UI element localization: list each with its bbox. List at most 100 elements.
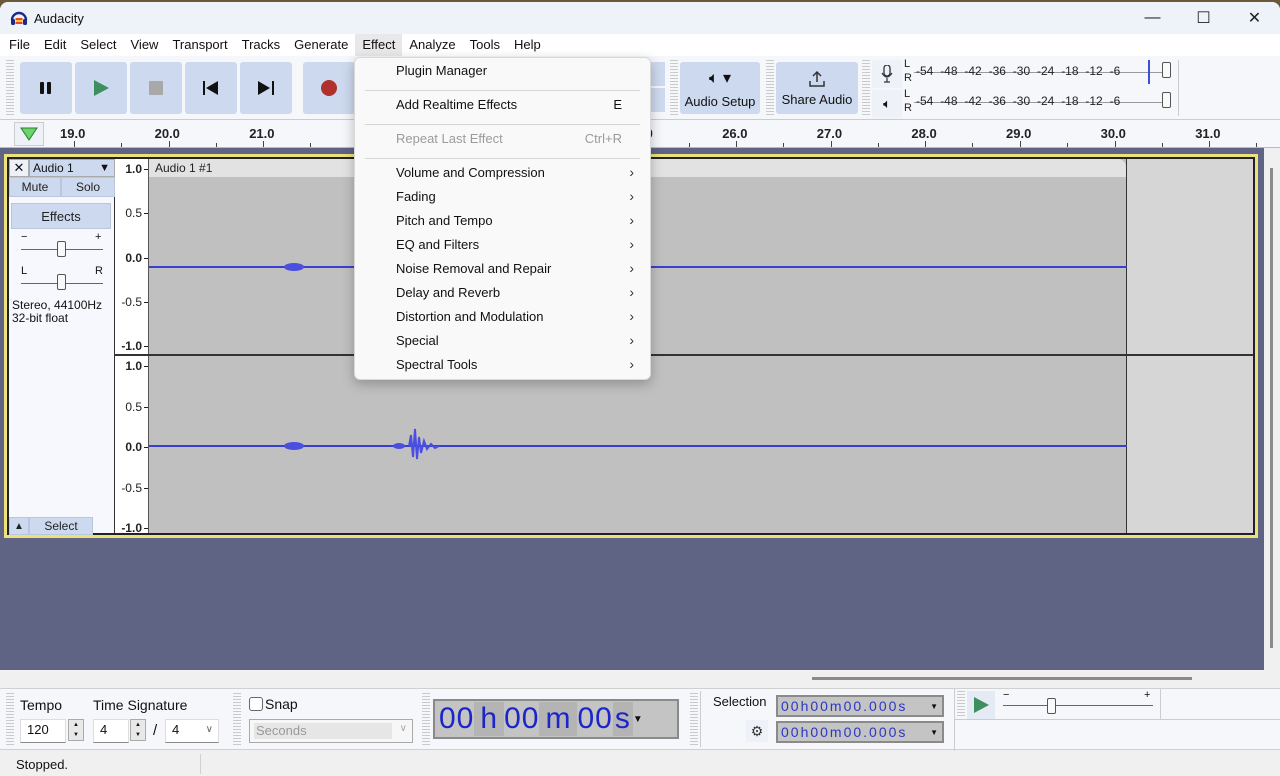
pause-button[interactable]: [20, 62, 72, 114]
meter-tick-label: -42: [964, 64, 982, 78]
meter-left-label: L: [904, 88, 911, 100]
minimize-button[interactable]: —: [1127, 2, 1178, 34]
tempo-input[interactable]: 120: [20, 719, 66, 743]
track-bit-depth: 32-bit float: [12, 311, 69, 325]
menu-item-delay-and-reverb[interactable]: Delay and Reverb ›: [355, 281, 650, 305]
record-button[interactable]: [303, 62, 355, 114]
chevron-down-icon: ∨: [399, 723, 407, 734]
menu-item-special[interactable]: Special ›: [355, 329, 650, 353]
menu-tools[interactable]: Tools: [463, 34, 507, 56]
close-button[interactable]: ✕: [1229, 2, 1280, 34]
mute-button[interactable]: Mute: [9, 177, 61, 197]
play-at-speed-button[interactable]: [967, 691, 995, 719]
track-name: Audio 1: [33, 161, 74, 175]
audio-setup-button[interactable]: 🔈︎ ▾ Audio Setup: [680, 62, 760, 114]
toolbar-grip[interactable]: [422, 693, 430, 747]
menu-item-spectral-tools[interactable]: Spectral Tools ›: [355, 353, 650, 377]
time-signature-spinner[interactable]: ▲ ▼: [130, 719, 146, 741]
time-signature-numerator[interactable]: 4: [93, 719, 129, 743]
menu-select[interactable]: Select: [73, 34, 123, 56]
timeline-tick: [121, 143, 122, 147]
close-icon: ✕: [1247, 10, 1262, 27]
toolbar-grip[interactable]: [862, 60, 870, 116]
playback-volume-handle[interactable]: [1162, 92, 1171, 108]
menu-item-distortion-and-modulation[interactable]: Distortion and Modulation ›: [355, 305, 650, 329]
channel-divider: [115, 354, 1253, 356]
snap-unit-select[interactable]: Seconds ∨: [249, 719, 413, 743]
solo-button[interactable]: Solo: [61, 177, 115, 197]
menu-item-fading[interactable]: Fading ›: [355, 185, 650, 209]
toolbar-grip[interactable]: [690, 693, 698, 747]
scroll-area: [0, 670, 1280, 688]
timeline-tick: [1020, 141, 1021, 147]
stop-button[interactable]: [130, 62, 182, 114]
toolbar-grip[interactable]: [766, 60, 774, 116]
record-meter[interactable]: L R -54 -48 -42 -36 -30 -24 -18 -12 -6: [904, 58, 1174, 84]
horizontal-scrollbar[interactable]: [812, 677, 1192, 680]
status-bar: Stopped.: [0, 752, 1280, 776]
playback-meter-button[interactable]: 🔈︎: [872, 90, 902, 118]
menu-edit[interactable]: Edit: [37, 34, 73, 56]
collapse-track-button[interactable]: ▲: [9, 517, 29, 535]
track-close-button[interactable]: ✕: [9, 159, 29, 177]
time-display[interactable]: 00 h 00 m 00 s ▼: [433, 699, 679, 739]
playback-meter[interactable]: L R -54 -48 -42 -36 -30 -24 -18 -12 -6: [904, 88, 1174, 114]
selection-start-display[interactable]: 00h00m00.000s ▼: [776, 695, 944, 717]
menu-analyze[interactable]: Analyze: [402, 34, 462, 56]
maximize-button[interactable]: ☐: [1178, 2, 1229, 34]
skip-to-start-button[interactable]: [185, 62, 237, 114]
timer-format-dropdown-icon[interactable]: ▼: [633, 714, 644, 725]
menu-item-plugin-manager[interactable]: Plugin Manager: [355, 59, 650, 83]
play-button[interactable]: [75, 62, 127, 114]
time-signature-denominator[interactable]: 4 ∨: [165, 719, 219, 743]
menu-view[interactable]: View: [124, 34, 166, 56]
menu-item-repeat-last-effect: Repeat Last Effect Ctrl+R: [355, 127, 650, 151]
menu-item-noise-removal-and-repair[interactable]: Noise Removal and Repair ›: [355, 257, 650, 281]
menu-file[interactable]: File: [2, 34, 37, 56]
menu-item-pitch-and-tempo[interactable]: Pitch and Tempo ›: [355, 209, 650, 233]
skip-to-end-button[interactable]: [240, 62, 292, 114]
menu-item-eq-and-filters[interactable]: EQ and Filters ›: [355, 233, 650, 257]
playback-speed-slider[interactable]: [1003, 705, 1153, 706]
track-menu-button[interactable]: Audio 1 ▼: [29, 159, 115, 177]
meter-tick-label: -18: [1061, 94, 1079, 108]
toolbar-grip[interactable]: [6, 693, 14, 747]
menu-tracks[interactable]: Tracks: [235, 34, 288, 56]
playback-speed-handle[interactable]: [1047, 698, 1056, 714]
tempo-spinner[interactable]: ▲ ▼: [68, 719, 84, 741]
toolbar-grip[interactable]: [957, 691, 965, 717]
menu-generate[interactable]: Generate: [287, 34, 355, 56]
timeline-tick: [688, 143, 690, 147]
record-meter-button[interactable]: [872, 60, 902, 88]
pan-slider-handle[interactable]: [57, 274, 66, 290]
zoom-tool-button[interactable]: [651, 62, 665, 86]
menu-transport[interactable]: Transport: [165, 34, 234, 56]
play-head-toggle[interactable]: [14, 122, 44, 146]
select-track-button[interactable]: Select: [29, 517, 93, 535]
redo-button[interactable]: [651, 88, 665, 112]
skip-to-start-icon: [203, 81, 218, 95]
share-audio-button[interactable]: Share Audio: [776, 62, 858, 114]
amplitude-tick: [144, 213, 148, 215]
menu-effect[interactable]: Effect: [355, 34, 403, 56]
bottom-toolbar: Tempo 120 ▲ ▼ Time Signature 4 ▲ ▼ / 4 ∨ S…: [0, 688, 1280, 751]
gain-slider-handle[interactable]: [57, 241, 66, 257]
play-head-icon: [20, 127, 38, 141]
vertical-scrollbar[interactable]: [1270, 168, 1273, 648]
amplitude-tick: [144, 301, 148, 303]
timeline-tick: [972, 143, 974, 147]
selection-settings-button[interactable]: ⚙: [746, 720, 768, 742]
toolbar-grip[interactable]: [6, 60, 14, 116]
effects-button[interactable]: Effects: [11, 203, 111, 229]
menu-help[interactable]: Help: [507, 34, 548, 56]
toolbar-grip[interactable]: [670, 60, 678, 116]
menu-item-volume-and-compression[interactable]: Volume and Compression ›: [355, 161, 650, 185]
snap-checkbox[interactable]: [249, 697, 263, 711]
selection-end-display[interactable]: 00h00m00.000s ▼: [776, 721, 944, 743]
menu-bar: File Edit Select View Transport Tracks G…: [0, 34, 1280, 56]
close-icon: ✕: [13, 160, 25, 175]
toolbar-grip[interactable]: [233, 693, 241, 747]
amplitude-tick: [144, 346, 148, 347]
menu-item-add-realtime-effects[interactable]: Add Realtime Effects E: [355, 93, 650, 117]
record-volume-handle[interactable]: [1162, 62, 1171, 78]
